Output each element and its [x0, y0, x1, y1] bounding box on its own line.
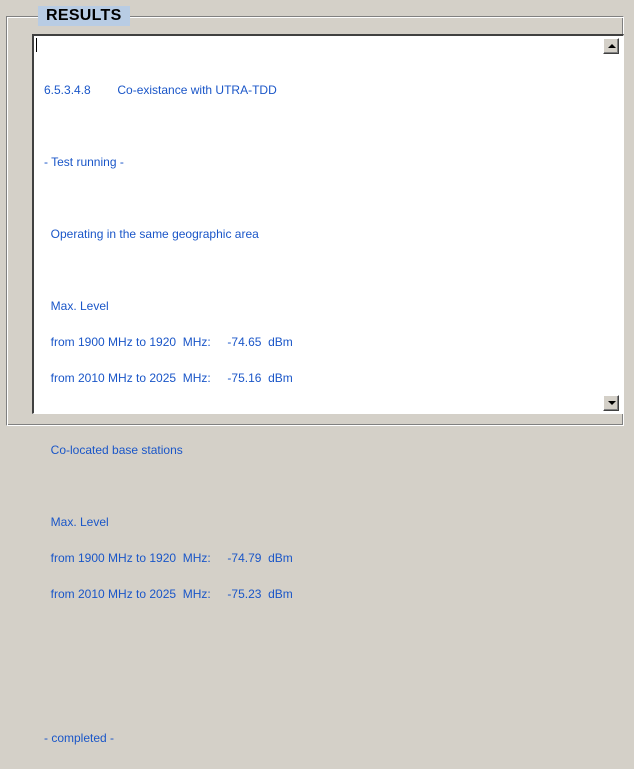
results-line: - completed -	[44, 731, 115, 745]
results-line	[44, 696, 599, 708]
results-content: 6.5.3.4.8 Co-existance with UTRA-TDD - T…	[44, 60, 599, 768]
results-line: - Test running -	[44, 155, 124, 169]
results-line: Operating in the same geographic area	[44, 227, 259, 241]
scroll-up-button[interactable]	[603, 38, 619, 54]
results-line	[44, 192, 599, 204]
results-line: 6.5.3.4.8 Co-existance with UTRA-TDD	[44, 83, 277, 97]
results-line: from 2010 MHz to 2025 MHz: -75.16 dBm	[44, 371, 293, 385]
results-line: from 2010 MHz to 2025 MHz: -75.23 dBm	[44, 587, 293, 601]
results-group-title: RESULTS	[38, 6, 130, 26]
arrow-up-icon	[608, 44, 616, 48]
results-line	[44, 624, 599, 636]
results-text-area[interactable]: 6.5.3.4.8 Co-existance with UTRA-TDD - T…	[32, 34, 624, 744]
results-line: Co-located base stations	[44, 443, 183, 457]
results-line: Max. Level	[44, 515, 109, 529]
results-line	[44, 120, 599, 132]
vertical-scrollbar[interactable]	[603, 38, 621, 411]
results-line	[44, 264, 599, 276]
results-line: from 1900 MHz to 1920 MHz: -74.65 dBm	[44, 335, 293, 349]
results-line	[44, 408, 599, 420]
scroll-down-button[interactable]	[603, 395, 619, 411]
results-line	[44, 660, 599, 672]
results-line: Max. Level	[44, 299, 109, 313]
text-caret	[36, 38, 37, 52]
arrow-down-icon	[608, 401, 616, 405]
results-line: from 1900 MHz to 1920 MHz: -74.79 dBm	[44, 551, 293, 565]
results-line	[44, 480, 599, 492]
